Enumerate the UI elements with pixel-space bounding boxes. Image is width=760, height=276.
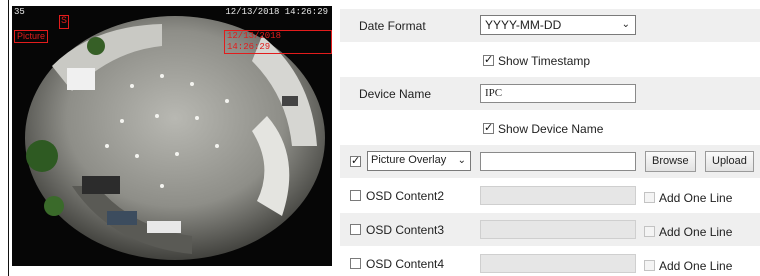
date-format-label: Date Format: [359, 19, 426, 33]
osd-content4-checkbox[interactable]: [350, 258, 361, 269]
osd-content3-checkbox[interactable]: [350, 224, 361, 235]
camera-preview[interactable]: 35 12/13/2018 14:26:29 S Picture 12/13/2…: [12, 6, 332, 266]
show-timestamp-row: Show Timestamp: [340, 43, 760, 76]
add-one-line-label: Add One Line: [659, 224, 733, 239]
add-one-line-checkbox[interactable]: [644, 260, 655, 272]
osd-content3-input[interactable]: [480, 220, 636, 239]
show-timestamp-checkbox[interactable]: [483, 53, 494, 67]
show-timestamp-label: Show Timestamp: [498, 53, 591, 68]
osd-content4-label: OSD Content4: [366, 257, 445, 271]
s-indicator-box[interactable]: S: [59, 15, 70, 29]
osd-content3-label: OSD Content3: [366, 223, 445, 237]
left-border-line: [8, 0, 9, 276]
date-format-select[interactable]: YYYY-MM-DD ⌄: [480, 15, 636, 35]
channel-number: 35: [14, 7, 25, 17]
osd-content2-checkbox[interactable]: [350, 190, 361, 201]
osd-content4-input[interactable]: [480, 254, 636, 273]
add-one-line-checkbox[interactable]: [644, 192, 655, 204]
chevron-down-icon: ⌄: [621, 19, 630, 30]
osd-content2-label: OSD Content2: [366, 189, 445, 203]
show-device-name-row: Show Device Name: [340, 111, 760, 144]
add-one-line-option[interactable]: Add One Line: [644, 224, 732, 239]
device-name-input[interactable]: IPC: [480, 84, 636, 103]
date-format-row: Date Format YYYY-MM-DD ⌄: [340, 9, 760, 42]
show-device-name-checkbox-line[interactable]: Show Device Name: [483, 121, 603, 136]
device-name-label: Device Name: [359, 87, 432, 101]
show-timestamp-checkbox-line[interactable]: Show Timestamp: [483, 53, 590, 68]
add-one-line-option[interactable]: Add One Line: [644, 258, 732, 273]
picture-overlay-row: Picture Overlay ⌄ Browse Upload: [340, 145, 760, 178]
osd-content2-row: OSD Content2 Add One Line: [340, 179, 760, 212]
show-device-name-checkbox[interactable]: [483, 121, 494, 135]
picture-overlay-box[interactable]: Picture: [14, 30, 49, 43]
add-one-line-checkbox[interactable]: [644, 226, 655, 238]
picture-file-input[interactable]: [480, 152, 636, 171]
overlay-type-value: Picture Overlay: [371, 154, 447, 166]
add-one-line-label: Add One Line: [659, 258, 733, 273]
add-one-line-option[interactable]: Add One Line: [644, 190, 732, 205]
osd-content2-input[interactable]: [480, 186, 636, 205]
browse-button[interactable]: Browse: [645, 151, 696, 172]
top-timestamp: 12/13/2018 14:26:29: [225, 7, 328, 17]
overlay-type-select[interactable]: Picture Overlay ⌄: [367, 151, 471, 171]
osd-content4-row: OSD Content4 Add One Line: [340, 247, 760, 276]
osd-timestamp-box[interactable]: 12/13/2018 14:26:29: [224, 30, 332, 54]
show-device-name-label: Show Device Name: [498, 121, 604, 136]
date-format-value: YYYY-MM-DD: [485, 18, 562, 32]
picture-overlay-checkbox[interactable]: [350, 154, 361, 167]
osd-content3-row: OSD Content3 Add One Line: [340, 213, 760, 246]
upload-button[interactable]: Upload: [705, 151, 754, 172]
device-name-row: Device Name IPC: [340, 77, 760, 110]
add-one-line-label: Add One Line: [659, 190, 733, 205]
chevron-down-icon: ⌄: [457, 155, 466, 166]
